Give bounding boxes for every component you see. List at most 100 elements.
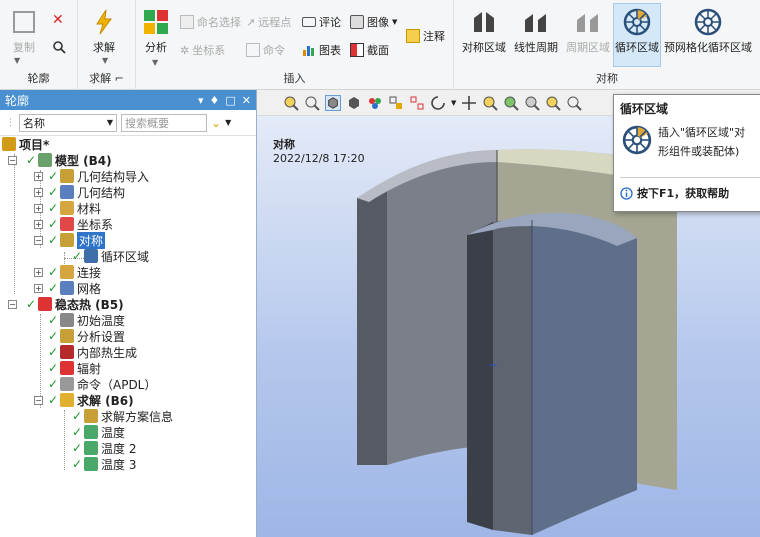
symmetric-region-button[interactable]: 对称区域 bbox=[462, 8, 506, 55]
expand-icon[interactable]: + bbox=[34, 220, 43, 229]
tree-item-label: 温度 3 bbox=[101, 457, 137, 472]
inner-part-left-face[interactable] bbox=[493, 219, 532, 536]
tree-item-solution[interactable]: ✓ 求解 (B6) bbox=[48, 392, 134, 408]
tree-item-initial-temperature[interactable]: ✓ 初始温度 bbox=[48, 312, 125, 328]
tree-item-label: 初始温度 bbox=[77, 313, 126, 328]
expand-icon[interactable]: + bbox=[34, 188, 43, 197]
status-check-icon: ✓ bbox=[48, 201, 59, 215]
cyclic-region-icon bbox=[84, 249, 98, 263]
materials-icon bbox=[60, 201, 74, 215]
panel-pin-icon[interactable]: ♦ bbox=[210, 94, 220, 107]
inner-part-edge-face[interactable] bbox=[467, 222, 493, 530]
search-input[interactable]: 搜索概要 bbox=[121, 113, 207, 132]
ribbon: 复制 ✕ ▼ 轮廓 求解 ▼ 求解 ⌐ 分析 ▼ 命名选择 ↗ 远程点 评论 图… bbox=[0, 0, 760, 90]
tree-item-geometry-import[interactable]: ✓ 几何结构导入 bbox=[48, 168, 149, 184]
copy-icon bbox=[13, 11, 35, 33]
tree-item-solution-information[interactable]: ✓ 求解方案信息 bbox=[72, 408, 173, 424]
tree-item-geometry[interactable]: ✓ 几何结构 bbox=[48, 184, 125, 200]
copy-dropdown-icon[interactable]: ▼ bbox=[14, 56, 20, 65]
cyclic-region-button[interactable]: 循环区域 bbox=[613, 3, 661, 67]
delete-icon[interactable]: ✕ bbox=[52, 12, 64, 28]
lightning-icon bbox=[96, 9, 112, 35]
tree-item-temperature[interactable]: ✓ 温度 bbox=[72, 424, 125, 440]
premesh-cyclic-button[interactable]: 预网格化循环区域 bbox=[664, 8, 752, 55]
ribbon-group-symmetry: 对称区域 线性周期 周期区域 循环区域 预网格化循环区域 对称 bbox=[454, 0, 760, 90]
panel-menu-icon[interactable]: ▾ bbox=[198, 94, 204, 107]
tree-item-cyclic-region[interactable]: ✓ 循环区域 bbox=[72, 248, 149, 264]
tree-item-mesh[interactable]: ✓ 网格 bbox=[48, 280, 101, 296]
tree-item-label: 命令（APDL） bbox=[77, 377, 157, 392]
tree-item-label: 温度 bbox=[101, 425, 126, 440]
tree-item-label: 求解 (B6) bbox=[77, 393, 134, 408]
tree-item-steady-state-thermal[interactable]: ✓ 稳态热 (B5) bbox=[26, 296, 124, 312]
status-check-icon: ✓ bbox=[48, 233, 59, 247]
panel-maximize-icon[interactable]: □ bbox=[225, 94, 235, 107]
collapse-icon[interactable]: − bbox=[34, 236, 43, 245]
tree-item-connections[interactable]: ✓ 连接 bbox=[48, 264, 101, 280]
premesh-cyclic-icon bbox=[694, 8, 722, 36]
expand-icon[interactable]: + bbox=[34, 172, 43, 181]
ribbon-group-solve: 求解 ▼ 求解 ⌐ bbox=[78, 0, 136, 90]
named-selection-button[interactable]: 命名选择 bbox=[180, 14, 241, 30]
remote-point-button[interactable]: ↗ 远程点 bbox=[246, 14, 291, 30]
solve-button[interactable]: 求解 bbox=[90, 8, 118, 55]
tree-item-symmetry[interactable]: ✓ 对称 bbox=[48, 231, 106, 249]
analysis-button[interactable]: 分析 bbox=[142, 8, 170, 55]
options-dropdown-icon[interactable]: ▼ bbox=[225, 118, 231, 127]
inner-part-right-face[interactable] bbox=[532, 219, 637, 535]
tree-item-temperature-3[interactable]: ✓ 温度 3 bbox=[72, 456, 136, 472]
tree-item-radiation[interactable]: ✓ 辐射 bbox=[48, 360, 101, 376]
analysis-settings-icon bbox=[60, 329, 74, 343]
copy-button[interactable]: 复制 bbox=[10, 8, 38, 55]
coord-system-button[interactable]: ✲ 坐标系 bbox=[180, 42, 225, 58]
search-icon[interactable] bbox=[52, 40, 66, 54]
chart-button[interactable]: 图表 bbox=[302, 42, 341, 58]
expand-icon[interactable]: + bbox=[34, 268, 43, 277]
group-label-outline: 轮廓 bbox=[27, 72, 50, 85]
panel-close-icon[interactable]: ✕ bbox=[242, 94, 251, 107]
tree-item-temperature-2[interactable]: ✓ 温度 2 bbox=[72, 440, 136, 456]
periodic-region-icon bbox=[577, 14, 598, 32]
image-button[interactable]: 图像 ▼ bbox=[350, 14, 397, 30]
status-check-icon: ✓ bbox=[48, 281, 59, 295]
periodic-region-button[interactable]: 周期区域 bbox=[566, 8, 610, 55]
initial-temperature-icon bbox=[60, 313, 74, 327]
expand-icon[interactable]: + bbox=[34, 284, 43, 293]
tree-item-commands-apdl[interactable]: ✓ 命令（APDL） bbox=[48, 376, 156, 392]
tree-item-label: 坐标系 bbox=[77, 217, 114, 232]
tree-item-project[interactable]: 项目* bbox=[2, 136, 49, 152]
linear-periodic-button[interactable]: 线性周期 bbox=[514, 8, 558, 55]
tree-item-label: 几何结构 bbox=[77, 185, 126, 200]
tree-item-materials[interactable]: ✓ 材料 bbox=[48, 200, 101, 216]
collapse-icon[interactable]: − bbox=[34, 396, 43, 405]
solve-dropdown-icon[interactable]: ▼ bbox=[102, 56, 108, 65]
group-label-insert: 插入 bbox=[283, 72, 306, 85]
filter-select[interactable]: 名称 ▼ bbox=[19, 113, 117, 132]
analysis-dropdown-icon[interactable]: ▼ bbox=[152, 58, 158, 67]
filter-dropdown-icon[interactable]: ⌄ bbox=[211, 116, 221, 130]
status-check-icon: ✓ bbox=[48, 393, 59, 407]
tree-item-label: 材料 bbox=[77, 201, 102, 216]
tree-item-label: 模型 (B4) bbox=[55, 153, 112, 168]
temperature-icon bbox=[84, 457, 98, 471]
tree-item-label: 分析设置 bbox=[77, 329, 126, 344]
expand-icon[interactable]: + bbox=[34, 204, 43, 213]
outline-panel-title: 轮廓 bbox=[5, 93, 30, 108]
command-button[interactable]: 命令 bbox=[246, 42, 285, 58]
status-check-icon: ✓ bbox=[26, 153, 37, 167]
section-button[interactable]: 截面 bbox=[350, 42, 389, 58]
comment-button[interactable]: 评论 bbox=[302, 14, 341, 30]
status-check-icon: ✓ bbox=[48, 313, 59, 327]
geometry-import-icon bbox=[60, 169, 74, 183]
mesh-icon bbox=[60, 281, 74, 295]
annotation-button[interactable]: 注释 bbox=[406, 28, 445, 44]
tree-item-internal-heat-generation[interactable]: ✓ 内部热生成 bbox=[48, 344, 137, 360]
tree-item-coordinate-systems[interactable]: ✓ 坐标系 bbox=[48, 216, 113, 232]
collapse-icon[interactable]: − bbox=[8, 156, 17, 165]
group-label-symmetry: 对称 bbox=[596, 72, 618, 85]
collapse-icon[interactable]: − bbox=[8, 300, 17, 309]
tree-item-analysis-settings[interactable]: ✓ 分析设置 bbox=[48, 328, 125, 344]
tree-item-model[interactable]: ✓ 模型 (B4) bbox=[26, 152, 112, 168]
outer-part-edge-face[interactable] bbox=[357, 180, 387, 465]
tree-item-label: 辐射 bbox=[77, 361, 102, 376]
